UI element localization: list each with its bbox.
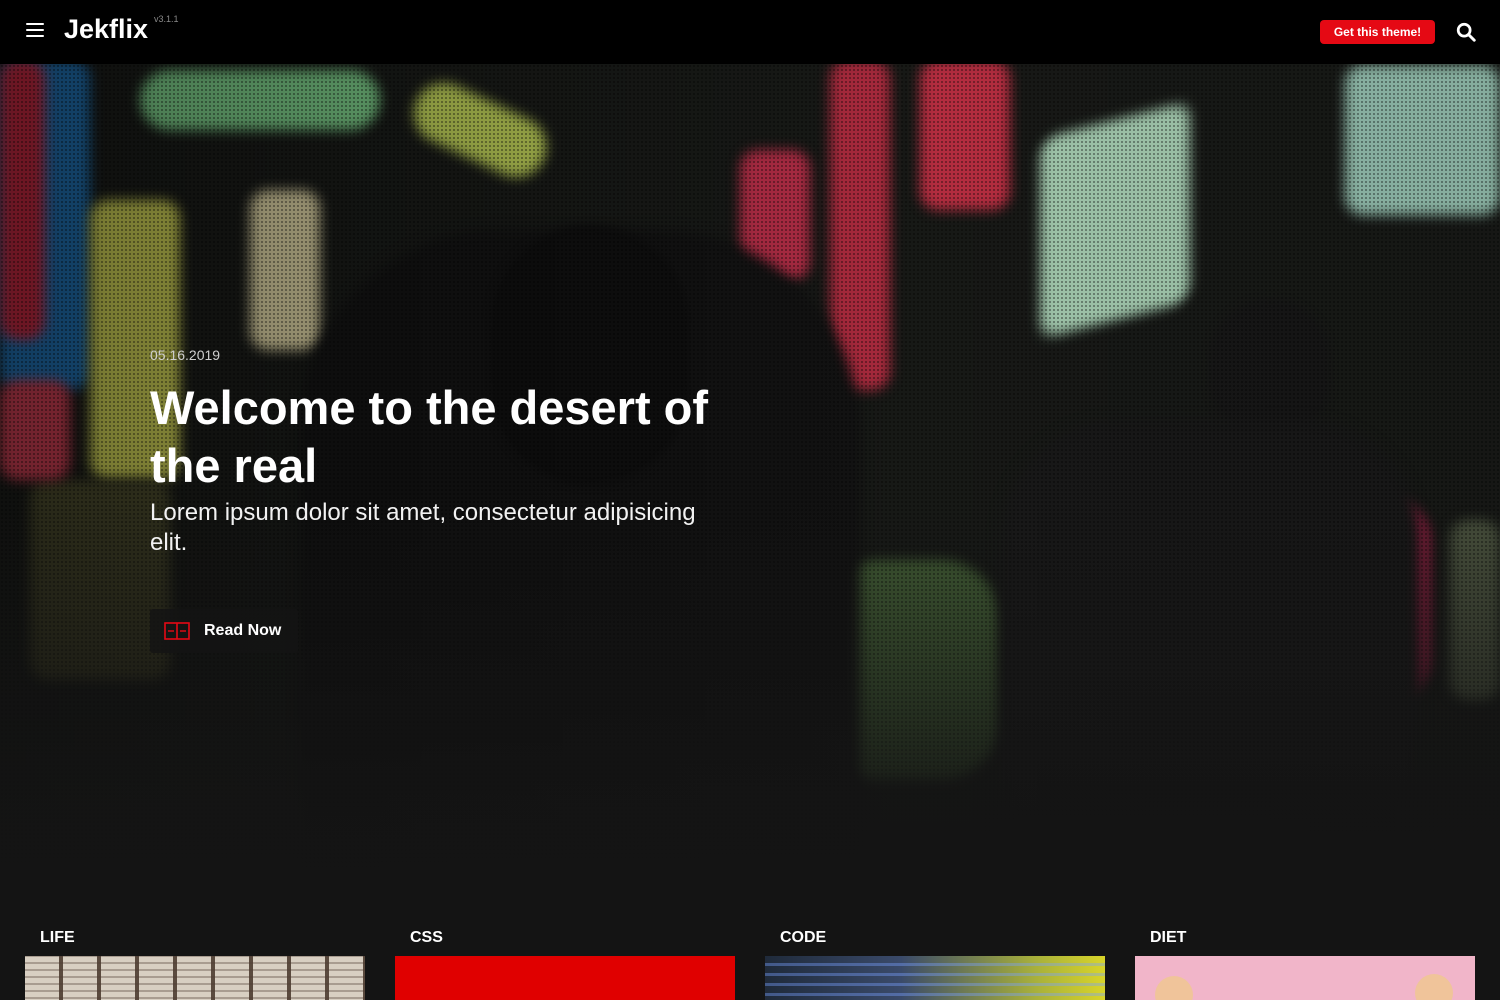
- post-date: 05.16.2019: [150, 347, 221, 363]
- site-header: Jekflix v3.1.1 Get this theme!: [0, 0, 1500, 64]
- category-thumbnail-css[interactable]: [395, 956, 735, 1000]
- read-now-label: Read Now: [204, 622, 282, 639]
- post-excerpt: Lorem ipsum dolor sit amet, consectetur …: [150, 499, 696, 556]
- category-thumbnail-life[interactable]: [25, 956, 365, 1000]
- category-title[interactable]: CSS: [410, 929, 443, 947]
- category-thumbnail-diet[interactable]: [1135, 956, 1475, 1000]
- post-title[interactable]: Welcome to the desert of the real: [150, 379, 730, 495]
- category-title[interactable]: CODE: [780, 929, 826, 947]
- site-logo[interactable]: Jekflix: [64, 14, 148, 45]
- read-now-button[interactable]: Read Now: [150, 609, 298, 653]
- category-thumbnail-code[interactable]: [765, 956, 1105, 1000]
- featured-post: 05.16.2019 Welcome to the desert of the …: [150, 340, 750, 653]
- category-title[interactable]: DIET: [1150, 929, 1186, 947]
- get-theme-button[interactable]: Get this theme!: [1320, 20, 1435, 44]
- hamburger-menu-icon[interactable]: [26, 23, 44, 37]
- book-icon: [164, 622, 190, 640]
- search-icon[interactable]: [1455, 21, 1477, 43]
- version-label: v3.1.1: [154, 14, 179, 24]
- category-title[interactable]: LIFE: [40, 929, 75, 947]
